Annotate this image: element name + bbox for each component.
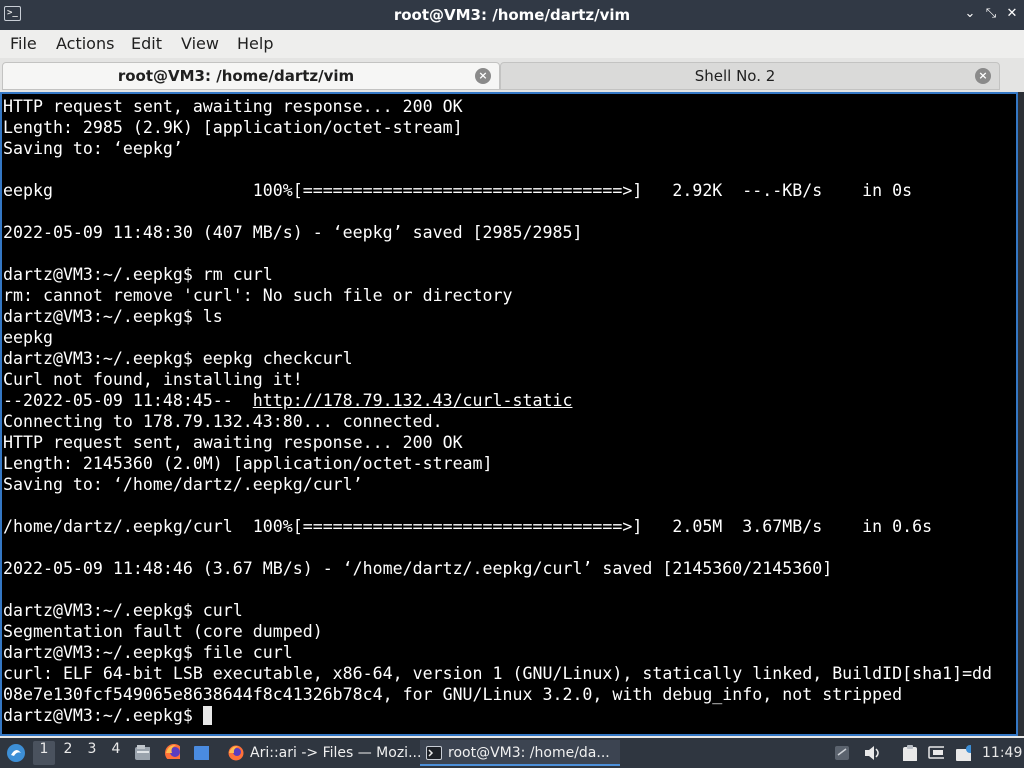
terminal-line: HTTP request sent, awaiting response... … [3, 96, 992, 117]
terminal-line-text: dartz@VM3:~/.eepkg$ file curl [3, 643, 293, 662]
terminal-line: /home/dartz/.eepkg/curl 100%[===========… [3, 516, 992, 537]
workspace-2[interactable]: 2 [57, 741, 79, 765]
tab-label: Shell No. 2 [694, 67, 776, 85]
terminal-line: 2022-05-09 11:48:30 (407 MB/s) - ‘eepkg’… [3, 222, 992, 243]
taskbar: 1 2 3 4 Ari::ari -> Files — Mozi... root… [0, 738, 1024, 768]
terminal-line-text: dartz@VM3:~/.eepkg$ curl [3, 601, 243, 620]
terminal-line: eepkg 100%[=============================… [3, 180, 992, 201]
terminal-line: Saving to: ‘/home/dartz/.eepkg/curl’ [3, 474, 992, 495]
menu-bar: File Actions Edit View Help [0, 30, 1024, 58]
network-icon[interactable] [928, 745, 944, 761]
file-manager-icon[interactable] [134, 744, 150, 760]
keyboard-icon[interactable] [834, 745, 850, 761]
terminal-line-text: Saving to: ‘eepkg’ [3, 139, 183, 158]
terminal-scrollbar[interactable] [1018, 92, 1024, 736]
terminal-line: 08e7e130fcf549065e8638644f8c41326b78c4, … [3, 684, 992, 705]
menu-actions[interactable]: Actions [56, 30, 114, 57]
terminal-line: rm: cannot remove 'curl': No such file o… [3, 285, 992, 306]
terminal-line-text: /home/dartz/.eepkg/curl 100%[===========… [3, 517, 933, 536]
menu-edit[interactable]: Edit [131, 30, 162, 57]
terminal-line-text: 2022-05-09 11:48:46 (3.67 MB/s) - ‘/home… [3, 559, 833, 578]
start-menu-icon[interactable] [4, 742, 28, 764]
tab-bar: root@VM3: /home/dartz/vim × Shell No. 2 … [0, 58, 1024, 92]
terminal-line: eepkg [3, 327, 992, 348]
terminal-line: dartz@VM3:~/.eepkg$ file curl [3, 642, 992, 663]
terminal-line-text: 08e7e130fcf549065e8638644f8c41326b78c4, … [3, 685, 903, 704]
terminal-line-text: 2022-05-09 11:48:30 (407 MB/s) - ‘eepkg’… [3, 223, 583, 242]
tab-label: root@VM3: /home/dartz/vim [117, 67, 355, 85]
terminal-line-text: HTTP request sent, awaiting response... … [3, 97, 463, 116]
terminal-line: Segmentation fault (core dumped) [3, 621, 992, 642]
terminal-line: Length: 2145360 (2.0M) [application/octe… [3, 453, 992, 474]
volume-icon[interactable] [864, 745, 880, 761]
terminal-line: dartz@VM3:~/.eepkg$ [3, 705, 992, 726]
terminal-lines: HTTP request sent, awaiting response... … [3, 96, 992, 726]
terminal-line: Curl not found, installing it! [3, 369, 992, 390]
minimize-button[interactable]: ⌄ [961, 5, 979, 23]
show-desktop-icon[interactable] [193, 744, 209, 760]
terminal-output[interactable]: HTTP request sent, awaiting response... … [0, 92, 1018, 736]
terminal-line-text: dartz@VM3:~/.eepkg$ rm curl [3, 265, 273, 284]
terminal-icon [426, 746, 442, 760]
terminal-line-text: --2022-05-09 11:48:45-- [3, 391, 253, 410]
terminal-line: --2022-05-09 11:48:45-- http://178.79.13… [3, 390, 992, 411]
terminal-line-text: Segmentation fault (core dumped) [3, 622, 323, 641]
tab-close-icon[interactable]: × [475, 68, 491, 84]
terminal-line-text: eepkg 100%[=============================… [3, 181, 913, 200]
firefox-icon[interactable] [164, 743, 180, 759]
maximize-button[interactable]: ⤡ [982, 5, 1000, 23]
terminal-line-text: Connecting to 178.79.132.43:80... connec… [3, 412, 443, 431]
terminal-line-text: dartz@VM3:~/.eepkg$ eepkg checkcurl [3, 349, 353, 368]
workspace-3[interactable]: 3 [81, 741, 103, 765]
terminal-line: curl: ELF 64-bit LSB executable, x86-64,… [3, 663, 992, 684]
terminal-line-text: curl: ELF 64-bit LSB executable, x86-64,… [3, 664, 993, 683]
window-title: root@VM3: /home/dartz/vim [393, 6, 631, 24]
terminal-line-text: dartz@VM3:~/.eepkg$ ls [3, 307, 223, 326]
menu-view[interactable]: View [181, 30, 219, 57]
firefox-icon [228, 745, 244, 761]
terminal-line: 2022-05-09 11:48:46 (3.67 MB/s) - ‘/home… [3, 558, 992, 579]
terminal-line: dartz@VM3:~/.eepkg$ eepkg checkcurl [3, 348, 992, 369]
terminal-line-text: Length: 2145360 (2.0M) [application/octe… [3, 454, 493, 473]
menu-file[interactable]: File [10, 30, 37, 57]
workspace-4[interactable]: 4 [105, 741, 127, 765]
terminal-line: Length: 2985 (2.9K) [application/octet-s… [3, 117, 992, 138]
task-label: root@VM3: /home/da... [448, 745, 610, 761]
terminal-line: Connecting to 178.79.132.43:80... connec… [3, 411, 992, 432]
terminal-line: dartz@VM3:~/.eepkg$ ls [3, 306, 992, 327]
terminal-line: Saving to: ‘eepkg’ [3, 138, 992, 159]
clipboard-icon[interactable] [901, 745, 917, 761]
terminal-line-text: eepkg [3, 328, 53, 347]
title-bar[interactable]: >_ root@VM3: /home/dartz/vim ⌄ ⤡ ✕ [0, 0, 1024, 30]
terminal-line: HTTP request sent, awaiting response... … [3, 432, 992, 453]
taskbar-task-firefox[interactable]: Ari::ari -> Files — Mozi... [222, 740, 420, 766]
terminal-cursor [202, 706, 212, 725]
clock[interactable]: 11:49 [982, 738, 1022, 768]
task-label: Ari::ari -> Files — Mozi... [250, 745, 420, 761]
terminal-line-text: HTTP request sent, awaiting response... … [3, 433, 463, 452]
terminal-line: dartz@VM3:~/.eepkg$ rm curl [3, 264, 992, 285]
terminal-window: >_ root@VM3: /home/dartz/vim ⌄ ⤡ ✕ File … [0, 0, 1024, 738]
terminal-line-text: Saving to: ‘/home/dartz/.eepkg/curl’ [3, 475, 363, 494]
terminal-line-text: Length: 2985 (2.9K) [application/octet-s… [3, 118, 463, 137]
tab-close-icon[interactable]: × [975, 68, 991, 84]
terminal-line-text: dartz@VM3:~/.eepkg$ [3, 706, 203, 725]
menu-help[interactable]: Help [237, 30, 273, 57]
workspace-1[interactable]: 1 [33, 741, 55, 765]
taskbar-task-terminal[interactable]: root@VM3: /home/da... [420, 740, 620, 766]
terminal-line-text: Curl not found, installing it! [3, 370, 303, 389]
close-button[interactable]: ✕ [1003, 5, 1021, 23]
tab-root-vim[interactable]: root@VM3: /home/dartz/vim × [2, 62, 500, 90]
terminal-url-link[interactable]: http://178.79.132.43/curl-static [253, 391, 573, 410]
terminal-line: dartz@VM3:~/.eepkg$ curl [3, 600, 992, 621]
terminal-line-text: rm: cannot remove 'curl': No such file o… [3, 286, 513, 305]
update-notifier-icon[interactable] [955, 745, 971, 761]
tab-shell-2[interactable]: Shell No. 2 × [500, 62, 1000, 90]
